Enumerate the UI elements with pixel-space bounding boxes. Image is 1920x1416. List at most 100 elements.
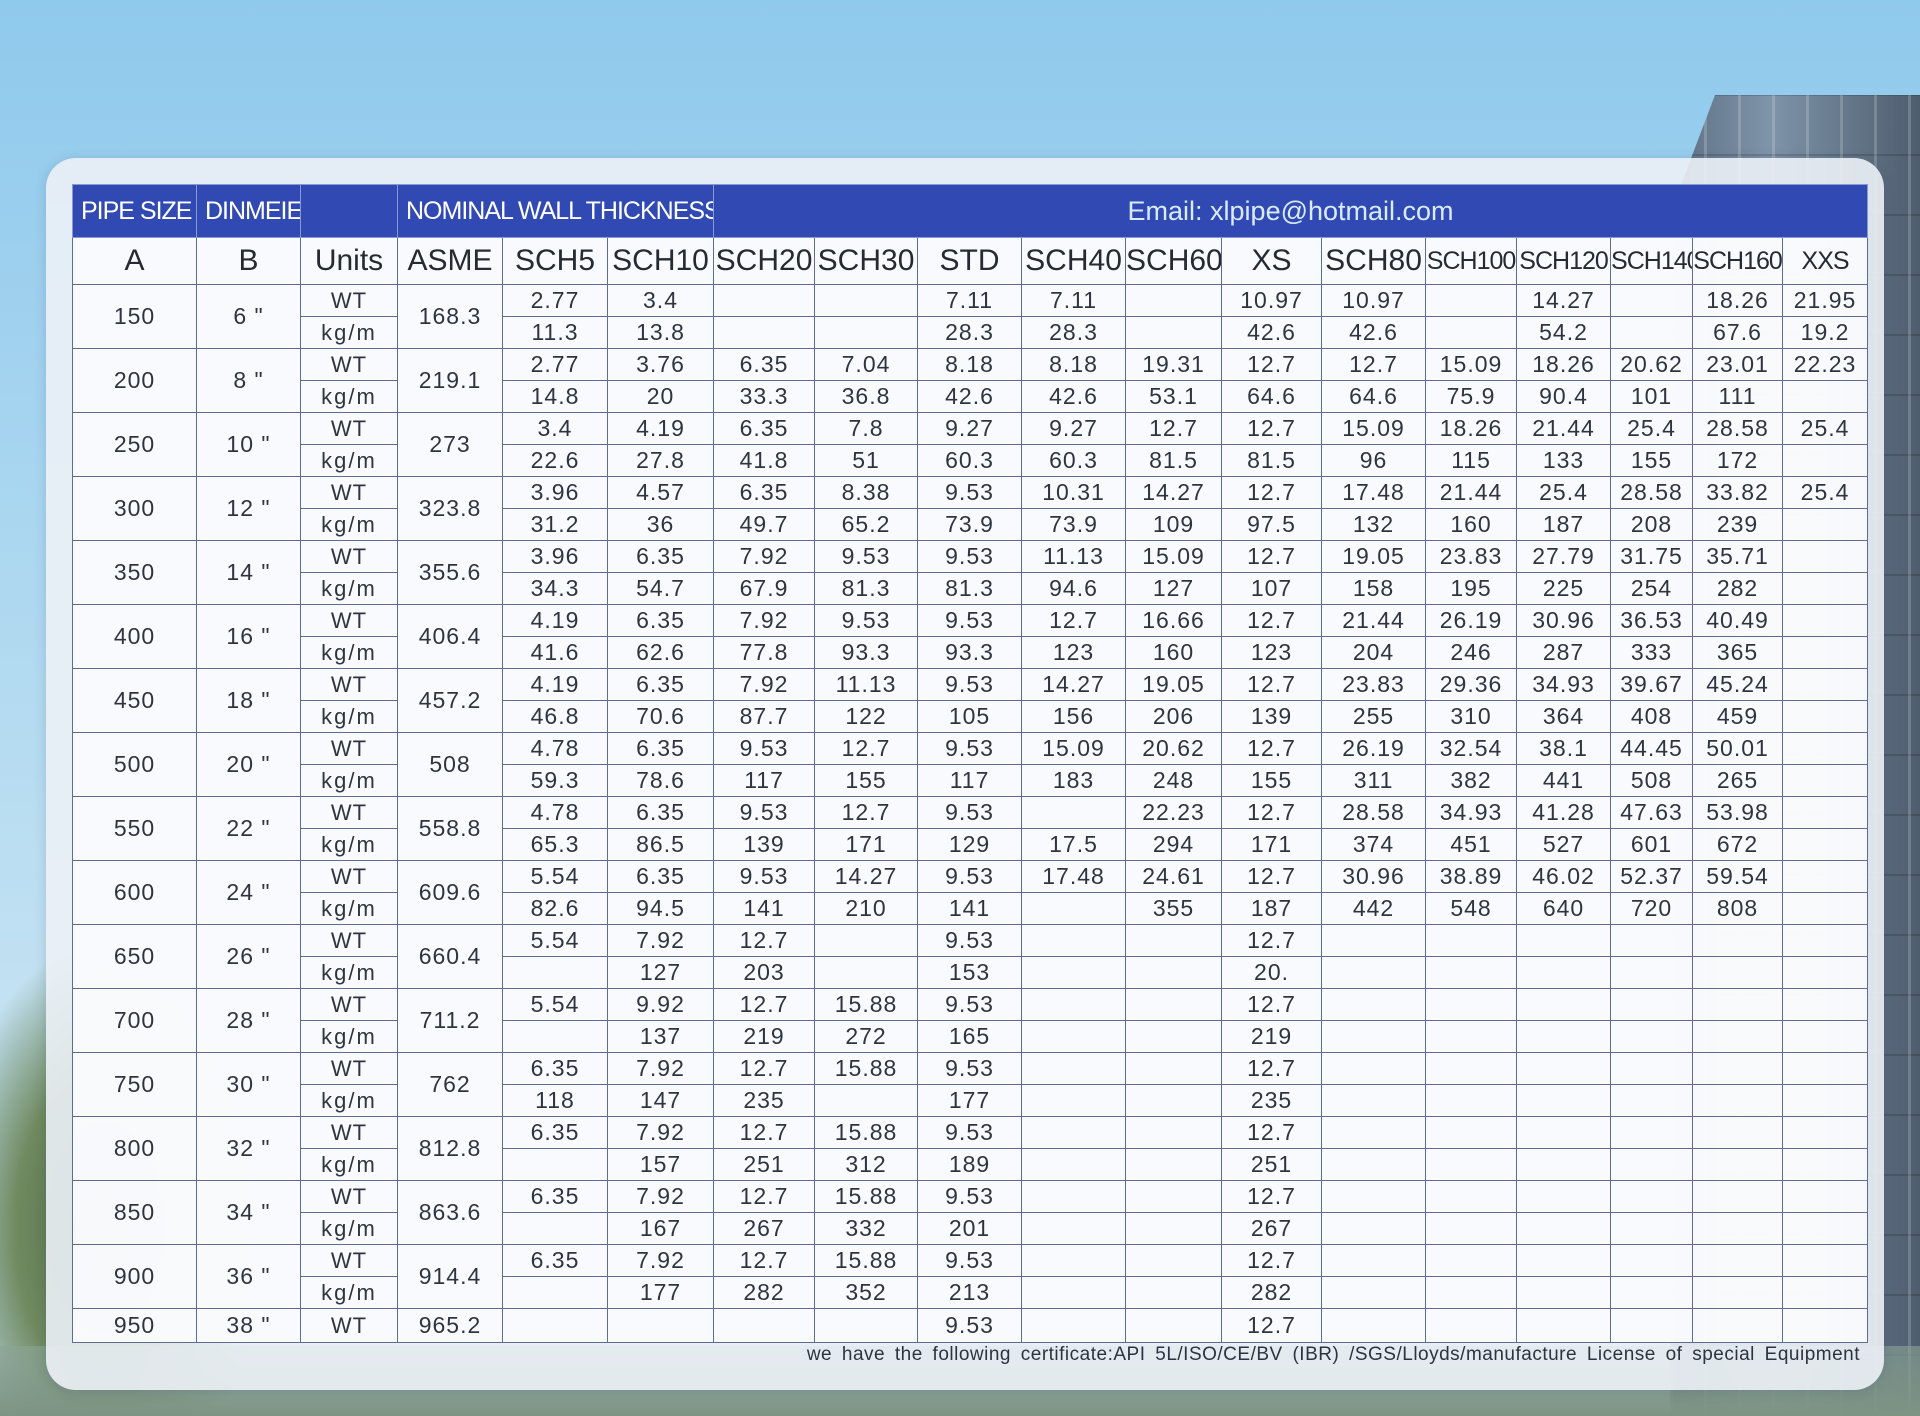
- weight-cell: 87.7: [713, 700, 816, 733]
- pipe-size-a-cell: 550: [72, 796, 197, 861]
- unit-cell: kg/m: [300, 1148, 398, 1181]
- wall-thickness-cell: 12.7: [1125, 412, 1223, 445]
- weight-cell: 167: [606, 1212, 715, 1245]
- asme-od-cell: 457.2: [397, 668, 503, 733]
- wall-thickness-cell: 8.18: [917, 348, 1023, 381]
- wall-thickness-cell: [1516, 1116, 1612, 1149]
- weight-cell: [1782, 892, 1869, 925]
- wall-thickness-cell: [1782, 1116, 1869, 1149]
- weight-cell: 54.2: [1516, 316, 1612, 349]
- weight-cell: [1425, 1020, 1518, 1053]
- wall-thickness-cell: 35.71: [1692, 540, 1784, 573]
- wall-thickness-cell: 9.53: [917, 1244, 1023, 1277]
- weight-cell: [1321, 956, 1427, 989]
- pipe-size-b-cell: 28 ": [196, 988, 301, 1053]
- wall-thickness-cell: 15.88: [814, 988, 919, 1021]
- weight-cell: 235: [713, 1084, 816, 1117]
- wall-thickness-cell: [1125, 1244, 1223, 1277]
- wall-thickness-cell: 12.7: [713, 1244, 816, 1277]
- pipe-size-a-cell: 150: [72, 284, 197, 349]
- wall-thickness-cell: [1125, 1308, 1223, 1343]
- wall-thickness-cell: 26.19: [1321, 732, 1427, 765]
- wall-thickness-cell: 12.7: [1221, 732, 1323, 765]
- wall-thickness-cell: 6.35: [606, 604, 715, 637]
- weight-cell: 109: [1125, 508, 1223, 541]
- weight-cell: 155: [1610, 444, 1694, 477]
- wall-thickness-cell: 21.95: [1782, 284, 1869, 317]
- weight-cell: 527: [1516, 828, 1612, 861]
- wall-thickness-cell: 7.04: [814, 348, 919, 381]
- weight-cell: 117: [713, 764, 816, 797]
- weight-cell: [1782, 380, 1869, 413]
- table-row: kg/m 34.3 54.7 67.9 81.3 81.3 94.6 127 107 158 195…: [73, 572, 1869, 605]
- weight-cell: [814, 956, 919, 989]
- weight-cell: [1782, 572, 1869, 605]
- weight-cell: [713, 316, 816, 349]
- weight-cell: 115: [1425, 444, 1518, 477]
- unit-cell: WT: [300, 348, 398, 381]
- weight-cell: [1021, 1212, 1127, 1245]
- wall-thickness-cell: 31.75: [1610, 540, 1694, 573]
- wall-thickness-cell: 12.7: [1221, 1308, 1323, 1343]
- wall-thickness-cell: 40.49: [1692, 604, 1784, 637]
- weight-cell: [502, 1212, 608, 1245]
- asme-od-cell: 219.1: [397, 348, 503, 413]
- weight-cell: 267: [1221, 1212, 1323, 1245]
- weight-cell: 73.9: [917, 508, 1023, 541]
- wall-thickness-cell: 12.7: [1221, 860, 1323, 893]
- wall-thickness-cell: 6.35: [502, 1244, 608, 1277]
- wall-thickness-cell: 26.19: [1425, 604, 1518, 637]
- weight-cell: 204: [1321, 636, 1427, 669]
- weight-cell: 96: [1321, 444, 1427, 477]
- wall-thickness-cell: 30.96: [1321, 860, 1427, 893]
- wall-thickness-cell: 4.19: [502, 668, 608, 701]
- weight-cell: 187: [1221, 892, 1323, 925]
- wall-thickness-cell: 6.35: [502, 1116, 608, 1149]
- pipe-size-b-cell: 34 ": [196, 1180, 301, 1245]
- asme-od-cell: 355.6: [397, 540, 503, 605]
- wall-thickness-cell: 9.53: [713, 860, 816, 893]
- weight-cell: 111: [1692, 380, 1784, 413]
- weight-cell: 132: [1321, 508, 1427, 541]
- unit-cell: WT: [300, 284, 398, 317]
- nominal-wall-thickness-header: NOMINAL WALL THICKNESS: [396, 184, 715, 238]
- weight-cell: 201: [917, 1212, 1023, 1245]
- weight-cell: 141: [917, 892, 1023, 925]
- wall-thickness-cell: 15.09: [1125, 540, 1223, 573]
- weight-cell: 640: [1516, 892, 1612, 925]
- wall-thickness-cell: [814, 1308, 919, 1343]
- wall-thickness-cell: [606, 1308, 715, 1343]
- table-row: 900 36 " WT 914.4 6.35 7.92 12.7 15.88 9.53 12.7: [72, 1244, 1869, 1309]
- wall-thickness-cell: 12.7: [1221, 668, 1323, 701]
- weight-cell: 246: [1425, 636, 1518, 669]
- weight-cell: 90.4: [1516, 380, 1612, 413]
- weight-cell: 46.8: [502, 700, 608, 733]
- table-row: 300 12 " WT 323.8 3.96 4.57 6.35 8.38 9.53 10.31 1…: [72, 476, 1869, 541]
- wall-thickness-cell: [1610, 988, 1694, 1021]
- weight-cell: 36: [606, 508, 715, 541]
- column-header: SCH160: [1692, 237, 1784, 285]
- weight-cell: 27.8: [606, 444, 715, 477]
- wall-thickness-cell: 18.26: [1516, 348, 1612, 381]
- weight-cell: [1782, 508, 1869, 541]
- wall-thickness-cell: 12.7: [1221, 348, 1323, 381]
- wall-thickness-cell: 15.88: [814, 1180, 919, 1213]
- weight-cell: 65.3: [502, 828, 608, 861]
- wall-thickness-cell: 22.23: [1125, 796, 1223, 829]
- unit-cell: WT: [300, 1116, 398, 1149]
- weight-cell: 155: [1221, 764, 1323, 797]
- weight-cell: 107: [1221, 572, 1323, 605]
- weight-cell: [1425, 1212, 1518, 1245]
- weight-cell: 33.3: [713, 380, 816, 413]
- unit-cell: WT: [300, 860, 398, 893]
- column-header: SCH30: [814, 237, 919, 285]
- wall-thickness-cell: 12.7: [713, 1180, 816, 1213]
- weight-cell: [502, 1148, 608, 1181]
- table-row: 500 20 " WT 508 4.78 6.35 9.53 12.7 9.53 15.09 20.…: [72, 732, 1869, 797]
- weight-cell: [1321, 1020, 1427, 1053]
- wall-thickness-cell: [1425, 1308, 1518, 1343]
- weight-cell: 172: [1692, 444, 1784, 477]
- weight-cell: 287: [1516, 636, 1612, 669]
- weight-cell: 171: [814, 828, 919, 861]
- column-header: SCH40: [1021, 237, 1127, 285]
